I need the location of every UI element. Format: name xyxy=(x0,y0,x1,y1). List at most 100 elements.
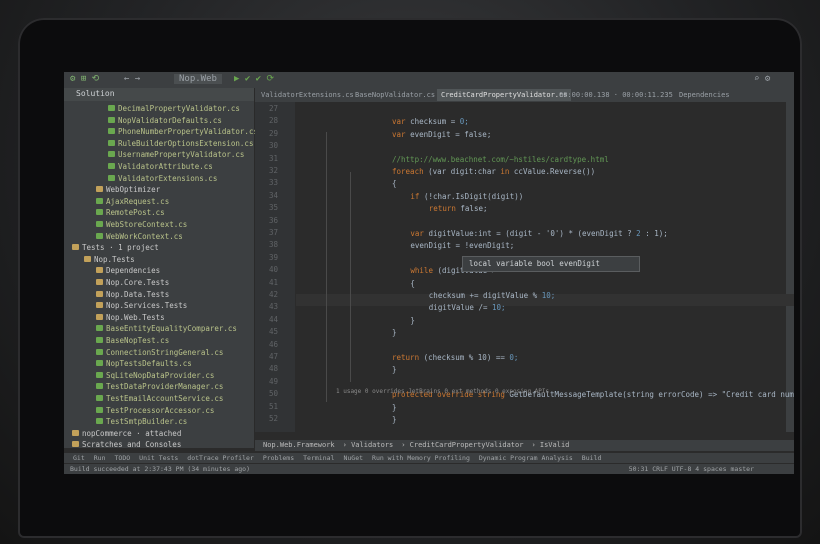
editor-tab[interactable]: 00:00:00.138 · 00:00:11.235 xyxy=(555,89,677,101)
tree-item[interactable]: Nop.Web.Tests xyxy=(96,312,165,323)
tree-item[interactable]: TestEmailAccountService.cs xyxy=(96,393,223,404)
code-line[interactable]: { xyxy=(410,278,415,290)
tool-window-button[interactable]: NuGet xyxy=(343,454,363,462)
breadcrumb-item[interactable]: › Validators xyxy=(343,441,394,449)
tool-window-button[interactable]: TODO xyxy=(115,454,131,462)
tree-item[interactable]: SqLiteNopDataProvider.cs xyxy=(96,370,214,381)
line-number: 29 xyxy=(268,128,278,138)
tree-item-label: TestSmtpBuilder.cs xyxy=(106,417,188,427)
tree-item[interactable]: Nop.Tests xyxy=(84,254,135,265)
file-icon xyxy=(96,383,103,390)
tree-item[interactable]: nopCommerce · attached xyxy=(72,428,181,439)
status-info[interactable]: 50:31 CRLF UTF-8 4 spaces master xyxy=(629,464,754,474)
code-line[interactable]: var checksum = 0; xyxy=(392,116,469,128)
code-line[interactable]: } xyxy=(392,402,397,414)
tool-window-button[interactable]: Git xyxy=(73,454,85,462)
tool-window-button[interactable]: Terminal xyxy=(303,454,334,462)
line-number: 51 xyxy=(268,401,278,411)
tree-item[interactable]: Nop.Services.Tests xyxy=(96,300,187,311)
tree-item[interactable]: UsernamePropertyValidator.cs xyxy=(108,149,244,160)
run-icon[interactable]: ▶ ✔ ✔ ⟳ xyxy=(234,74,274,84)
tree-item[interactable]: NopTestsDefaults.cs xyxy=(96,358,192,369)
editor-tab[interactable]: BaseNopValidator.cs xyxy=(351,89,439,101)
tree-item[interactable]: TestSmtpBuilder.cs xyxy=(96,416,187,427)
code-line[interactable]: digitValue /= 10; xyxy=(429,302,506,314)
tree-item[interactable]: Tests · 1 project xyxy=(72,242,159,253)
code-line[interactable]: evenDigit = !evenDigit; xyxy=(410,240,514,252)
tree-item[interactable]: DecimalPropertyValidator.cs xyxy=(108,103,240,114)
folder-icon xyxy=(96,313,103,320)
tree-item-label: AjaxRequest.cs xyxy=(106,196,170,206)
tool-window-button[interactable]: Problems xyxy=(263,454,294,462)
code-line[interactable]: } xyxy=(392,327,397,339)
tree-item[interactable]: Scratches and Consoles xyxy=(72,439,181,450)
tree-item-label: NopTestsDefaults.cs xyxy=(106,359,192,369)
tree-item[interactable]: WebWorkContext.cs xyxy=(96,231,183,242)
code-line[interactable]: //http://www.beachnet.com/~hstiles/cardt… xyxy=(392,154,609,166)
code-line[interactable]: if (!char.IsDigit(digit)) xyxy=(410,191,523,203)
tree-item[interactable]: TestDataProviderManager.cs xyxy=(96,381,223,392)
editor-tab[interactable]: CreditCardPropertyValidator.cs xyxy=(437,89,572,101)
breadcrumb-item[interactable]: › CreditCardPropertyValidator xyxy=(401,441,523,449)
tree-item[interactable]: RemotePost.cs xyxy=(96,207,165,218)
file-icon xyxy=(108,128,115,135)
code-line[interactable]: var digitValue:int = (digit - '0') * (ev… xyxy=(410,228,667,240)
tool-window-button[interactable]: Unit Tests xyxy=(139,454,178,462)
tree-item-label: Tests · 1 project xyxy=(82,243,159,253)
build-icon[interactable]: ⚙ ⊞ ⟲ xyxy=(70,74,99,84)
line-number: 36 xyxy=(268,215,278,225)
tree-item-label: Nop.Data.Tests xyxy=(106,289,170,299)
tree-item[interactable]: ValidatorExtensions.cs xyxy=(108,173,217,184)
tree-item[interactable]: Nop.Data.Tests xyxy=(96,289,169,300)
tree-item[interactable]: TestProcessorAccessor.cs xyxy=(96,405,214,416)
code-line[interactable]: return false; xyxy=(429,203,488,215)
tree-item-label: UsernamePropertyValidator.cs xyxy=(118,150,245,160)
editor-tab[interactable]: Dependencies xyxy=(675,89,734,101)
ide-window: ⚙ ⊞ ⟲ ← → Nop.Web ▶ ✔ ✔ ⟳ ⌕ ⚙ Solution D… xyxy=(64,72,794,474)
tree-item[interactable]: Nop.Core.Tests xyxy=(96,277,169,288)
code-line[interactable]: checksum += digitValue % 10; xyxy=(429,290,555,302)
tree-item[interactable]: ConnectionStringGeneral.cs xyxy=(96,347,223,358)
code-line[interactable]: return (checksum % 10) == 0; xyxy=(392,352,518,364)
tree-item[interactable]: NopValidatorDefaults.cs xyxy=(108,115,222,126)
tool-window-bar: Git Run TODO Unit Tests dotTrace Profiler Pro… xyxy=(64,453,794,463)
tree-item-label: TestDataProviderManager.cs xyxy=(106,382,224,392)
tree-item[interactable]: BaseEntityEqualityComparer.cs xyxy=(96,323,237,334)
tool-window-button[interactable]: Run xyxy=(94,454,106,462)
tree-item-label: TestProcessorAccessor.cs xyxy=(106,405,215,415)
breadcrumb-item[interactable]: Nop.Web.Framework xyxy=(263,441,335,449)
code-line[interactable]: var evenDigit = false; xyxy=(392,129,491,141)
search-icon[interactable]: ⌕ ⚙ xyxy=(754,74,770,84)
tree-item[interactable]: AjaxRequest.cs xyxy=(96,196,169,207)
breadcrumb-item[interactable]: › IsValid xyxy=(531,441,569,449)
tree-item-label: ValidatorAttribute.cs xyxy=(118,162,213,171)
code-line[interactable]: foreach (var digit:char in ccValue.Rever… xyxy=(392,166,595,178)
back-icon[interactable]: ← → xyxy=(124,74,140,84)
code-line[interactable]: } xyxy=(392,414,397,426)
tree-item-label: BaseEntityEqualityComparer.cs xyxy=(106,324,237,334)
code-line[interactable]: } xyxy=(410,315,415,327)
tool-window-button[interactable]: Dynamic Program Analysis xyxy=(479,454,573,462)
file-icon xyxy=(96,197,103,204)
file-icon xyxy=(108,151,115,158)
status-message: Build succeeded at 2:37:43 PM (34 minute… xyxy=(70,465,251,473)
tree-item[interactable]: ValidatorAttribute.cs xyxy=(108,161,213,172)
file-icon xyxy=(96,371,103,378)
tree-item[interactable]: WebStoreContext.cs xyxy=(96,219,187,230)
tool-window-button[interactable]: Run with Memory Profiling xyxy=(372,454,470,462)
code-line[interactable]: { xyxy=(392,178,397,190)
tree-item[interactable]: PhoneNumberPropertyValidator.cs xyxy=(108,126,258,137)
tree-item[interactable]: RuleBuilderOptionsExtension.cs xyxy=(108,138,253,149)
code-line[interactable]: } xyxy=(392,364,397,376)
run-config-select[interactable]: Nop.Web xyxy=(174,74,222,84)
tool-window-button[interactable]: dotTrace Profiler xyxy=(187,454,254,462)
line-number: 33 xyxy=(268,178,278,188)
tool-window-button[interactable]: Build xyxy=(582,454,602,462)
tree-item[interactable]: WebOptimizer xyxy=(96,184,160,195)
code-vision-hint: 1 usage 0 overrides JetBrains 0 ext meth… xyxy=(336,388,550,395)
editor-tab[interactable]: ValidatorExtensions.cs xyxy=(257,89,358,101)
tree-item-label: BaseNopTest.cs xyxy=(106,336,170,345)
folder-icon xyxy=(84,255,91,262)
tree-item[interactable]: Dependencies xyxy=(96,265,160,276)
tree-item[interactable]: BaseNopTest.cs xyxy=(96,335,169,346)
